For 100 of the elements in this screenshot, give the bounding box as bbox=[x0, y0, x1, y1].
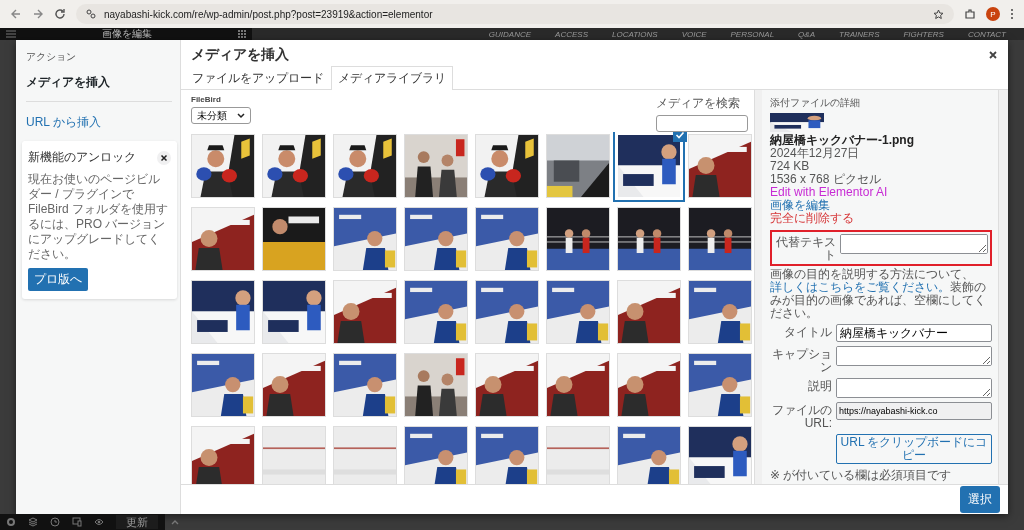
media-thumbnail[interactable] bbox=[404, 426, 468, 484]
media-thumbnail[interactable] bbox=[546, 207, 610, 271]
sidebar-item[interactable]: メディアを挿入 bbox=[26, 74, 180, 91]
help-link[interactable]: 詳しくはこちらをご覧ください。 bbox=[770, 280, 950, 294]
sidebar-heading: アクション bbox=[26, 50, 77, 64]
media-thumbnail[interactable] bbox=[404, 207, 468, 271]
search-field[interactable] bbox=[656, 115, 748, 132]
required-note: ※ が付いている欄は必須項目です bbox=[770, 467, 953, 484]
close-icon[interactable] bbox=[157, 150, 171, 165]
back-icon[interactable] bbox=[10, 8, 22, 20]
nav-link[interactable]: CONTACT bbox=[967, 28, 1006, 40]
media-thumbnail[interactable] bbox=[688, 134, 752, 198]
address-bar[interactable]: nayabashi-kick.com/re/wp-admin/post.php?post=23919&action=elementor bbox=[76, 4, 954, 24]
media-thumbnail[interactable] bbox=[404, 280, 468, 344]
media-thumbnail[interactable] bbox=[475, 353, 539, 417]
responsive-icon[interactable] bbox=[72, 517, 82, 527]
media-thumbnail[interactable] bbox=[262, 426, 326, 484]
check-icon[interactable] bbox=[673, 132, 687, 142]
profile-avatar[interactable]: P bbox=[986, 7, 1000, 21]
nav-link[interactable]: TRAINERS bbox=[839, 28, 880, 40]
field-label: 代替テキスト bbox=[775, 234, 836, 262]
media-thumbnail[interactable] bbox=[475, 426, 539, 484]
text-field[interactable]: 納屋橋キックバナー bbox=[836, 324, 992, 342]
media-thumbnail[interactable] bbox=[191, 353, 255, 417]
field-label: キャプション bbox=[771, 346, 832, 374]
image-dimensions: 1536 x 768 ピクセル bbox=[770, 173, 882, 186]
forward-icon[interactable] bbox=[32, 8, 44, 20]
field-label: ファイルの URL: bbox=[771, 402, 832, 430]
media-thumbnail[interactable] bbox=[475, 280, 539, 344]
nav-link[interactable]: GUIDANCE bbox=[488, 28, 532, 40]
panel-title: 画像を編集 bbox=[101, 28, 153, 40]
text-area[interactable] bbox=[836, 378, 992, 398]
url-text: nayabashi-kick.com/re/wp-admin/post.php?post=23919&action=elementor bbox=[104, 8, 433, 20]
action-link[interactable]: 完全に削除する bbox=[770, 212, 992, 225]
folder-select[interactable]: 未分類 bbox=[191, 107, 251, 124]
tab[interactable]: メディアライブラリ bbox=[331, 66, 453, 90]
layers-icon[interactable] bbox=[28, 517, 38, 527]
update-button[interactable]: 更新 bbox=[116, 515, 158, 529]
media-thumbnail[interactable] bbox=[475, 207, 539, 271]
media-thumbnail[interactable] bbox=[191, 280, 255, 344]
star-icon[interactable] bbox=[933, 8, 944, 20]
media-thumbnail[interactable] bbox=[617, 353, 681, 417]
media-thumbnail[interactable] bbox=[262, 353, 326, 417]
text-area[interactable] bbox=[836, 346, 992, 366]
media-thumbnail[interactable] bbox=[333, 353, 397, 417]
more-icon[interactable] bbox=[1010, 8, 1014, 20]
upgrade-button[interactable]: プロ版へ bbox=[28, 268, 88, 291]
nav-link[interactable]: PERSONAL bbox=[730, 28, 775, 40]
file-size: 724 KB bbox=[770, 160, 811, 173]
close-icon[interactable] bbox=[988, 50, 998, 60]
media-thumbnail[interactable] bbox=[688, 280, 752, 344]
settings-icon[interactable] bbox=[6, 517, 16, 527]
media-thumbnail[interactable] bbox=[262, 134, 326, 198]
notice-title: 新機能のアンロック bbox=[28, 149, 136, 166]
filter-label: FileBird bbox=[191, 95, 222, 104]
help-text: 画像の目的を説明する方法について、 詳しくはこちらをご覧ください。装飾のみが目的の画像であれば、空欄にしてください。 bbox=[770, 268, 987, 320]
media-thumbnail[interactable] bbox=[546, 280, 610, 344]
media-thumbnail[interactable] bbox=[546, 426, 610, 484]
media-thumbnail[interactable] bbox=[475, 134, 539, 198]
action-link[interactable]: 画像を編集 bbox=[770, 199, 992, 212]
url-field[interactable]: https://nayabashi-kick.co bbox=[836, 402, 992, 420]
media-thumbnail[interactable] bbox=[191, 134, 255, 198]
grid-icon[interactable] bbox=[238, 30, 246, 38]
media-thumbnail[interactable] bbox=[404, 134, 468, 198]
media-thumbnail[interactable] bbox=[688, 207, 752, 271]
eye-icon[interactable] bbox=[94, 517, 104, 527]
media-thumbnail[interactable] bbox=[333, 426, 397, 484]
nav-link[interactable]: ACCESS bbox=[555, 28, 588, 40]
media-thumbnail[interactable] bbox=[262, 280, 326, 344]
scrollbar[interactable] bbox=[754, 90, 762, 484]
dialog-title: メディアを挿入 bbox=[191, 46, 289, 64]
select-button[interactable]: 選択 bbox=[960, 486, 1000, 513]
details-heading: 添付ファイルの詳細 bbox=[770, 96, 861, 110]
media-thumbnail[interactable] bbox=[688, 426, 752, 484]
media-thumbnail[interactable] bbox=[333, 207, 397, 271]
reload-icon[interactable] bbox=[54, 8, 66, 20]
media-thumbnail[interactable] bbox=[546, 134, 610, 198]
nav-link[interactable]: FIGHTERS bbox=[903, 28, 944, 40]
sidebar-item[interactable]: URL から挿入 bbox=[26, 114, 180, 131]
media-thumbnail[interactable] bbox=[617, 207, 681, 271]
media-thumbnail[interactable] bbox=[191, 207, 255, 271]
media-thumbnail[interactable] bbox=[404, 353, 468, 417]
scrollbar[interactable] bbox=[998, 90, 1008, 484]
media-thumbnail[interactable] bbox=[333, 280, 397, 344]
action-link[interactable]: Edit with Elementor AI bbox=[770, 186, 992, 199]
media-thumbnail[interactable] bbox=[191, 426, 255, 484]
copy-url-button[interactable]: URL をクリップボードにコピー bbox=[836, 434, 992, 464]
nav-link[interactable]: Q&A bbox=[798, 28, 815, 40]
media-thumbnail[interactable] bbox=[617, 426, 681, 484]
upload-date: 2024年12月27日 bbox=[770, 147, 861, 160]
media-thumbnail[interactable] bbox=[546, 353, 610, 417]
media-thumbnail[interactable] bbox=[333, 134, 397, 198]
media-thumbnail[interactable] bbox=[688, 353, 752, 417]
nav-link[interactable]: VOICE bbox=[681, 28, 707, 40]
media-thumbnail[interactable] bbox=[262, 207, 326, 271]
media-thumbnail[interactable] bbox=[617, 280, 681, 344]
tab[interactable]: ファイルをアップロード bbox=[185, 66, 331, 90]
nav-link[interactable]: LOCATIONS bbox=[612, 28, 658, 40]
text-area[interactable] bbox=[840, 234, 988, 254]
history-icon[interactable] bbox=[50, 517, 60, 527]
